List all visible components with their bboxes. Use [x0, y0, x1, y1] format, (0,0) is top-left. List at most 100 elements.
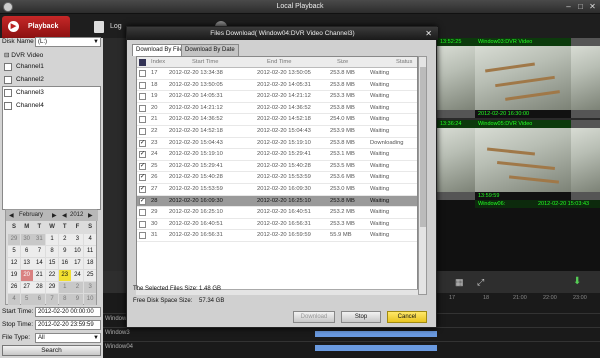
file-row[interactable]: 19 2012-02-20 14:05:31 2012-02-20 14:21:12… [137, 91, 417, 103]
next-month-icon[interactable]: ▶ [52, 212, 57, 219]
calendar-month[interactable]: February [19, 212, 43, 218]
file-row[interactable]: 29 2012-02-20 16:25:10 2012-02-20 16:40:51… [137, 207, 417, 219]
stop-button[interactable]: Stop [341, 311, 381, 323]
calendar-day[interactable]: 13 [20, 258, 33, 269]
file-row[interactable]: 17 2012-02-20 13:34:38 2012-02-20 13:50:05… [137, 68, 417, 80]
recording-segment[interactable] [315, 345, 437, 351]
col-start-time[interactable]: Start Time [192, 57, 218, 68]
calendar-day[interactable]: 12 [8, 258, 20, 269]
cancel-button[interactable]: Cancel [387, 311, 427, 323]
file-row-checkbox[interactable]: ✓ [139, 151, 146, 159]
col-index[interactable]: Index [151, 57, 165, 68]
file-row[interactable]: 20 2012-02-20 14:21:12 2012-02-20 14:36:52… [137, 103, 417, 115]
calendar-day[interactable]: 6 [33, 294, 46, 305]
video-tile-window06-right[interactable] [571, 120, 600, 200]
video-tile-window06[interactable]: Window06: 2012-02-20 15:03:43 [437, 200, 600, 271]
file-row-checkbox[interactable] [139, 93, 146, 101]
calendar-day[interactable]: 6 [20, 246, 33, 257]
file-row-checkbox[interactable] [139, 232, 146, 240]
col-status[interactable]: Status [396, 57, 412, 68]
file-row-checkbox[interactable] [139, 128, 146, 135]
calendar-day[interactable]: 21 [33, 270, 46, 281]
next-year-icon[interactable]: ▶ [88, 212, 93, 219]
calendar-year[interactable]: 2012 [70, 212, 83, 218]
tree-root-item[interactable]: ⊟ DVR Video [4, 51, 43, 62]
calendar-day[interactable]: 20 [20, 270, 33, 281]
file-row-checkbox[interactable]: ✓ [139, 186, 146, 193]
scrollbar-thumb[interactable] [420, 67, 426, 227]
video-tile-window05-left[interactable]: 13:36:24 [437, 120, 475, 200]
file-row[interactable]: ✓ 28 2012-02-20 16:09:30 2012-02-20 16:25:1… [137, 195, 417, 208]
prev-year-icon[interactable]: ◀ [62, 212, 67, 219]
calendar-day[interactable]: 5 [8, 246, 20, 257]
calendar-day[interactable]: 18 [84, 258, 97, 269]
dialog-close-icon[interactable]: ✕ [425, 27, 432, 40]
calendar-day[interactable]: 8 [46, 246, 59, 257]
calendar-day[interactable]: 2 [58, 234, 71, 245]
tab-download-by-date[interactable]: Download By Date [181, 44, 239, 56]
calendar-day[interactable]: 2 [71, 282, 84, 293]
file-row[interactable]: 22 2012-02-20 14:52:18 2012-02-20 15:04:43… [137, 126, 417, 138]
download-button[interactable]: Download [293, 311, 335, 323]
channel1-checkbox[interactable] [4, 63, 12, 71]
file-row-checkbox[interactable]: ✓ [139, 174, 146, 182]
file-row[interactable]: 18 2012-02-20 13:50:05 2012-02-20 14:05:31… [137, 80, 417, 92]
file-row[interactable]: 21 2012-02-20 14:36:52 2012-02-20 14:52:18… [137, 114, 417, 126]
video-tile-window02[interactable]: 13:52:25 [437, 38, 475, 118]
calendar-day[interactable]: 30 [20, 234, 33, 245]
calendar-day[interactable]: 7 [46, 294, 59, 305]
prev-month-icon[interactable]: ◀ [9, 212, 14, 219]
file-row-checkbox[interactable] [139, 104, 146, 112]
video-tile-window03[interactable]: Window03:DVR Video 2012-02-20 16:30:00 [475, 38, 571, 118]
calendar-day[interactable]: 4 [84, 234, 97, 245]
calendar-day[interactable]: 22 [46, 270, 59, 281]
channel4-checkbox[interactable] [4, 102, 12, 110]
fullscreen-icon[interactable]: ⤢ [477, 277, 484, 288]
calendar-day[interactable]: 27 [20, 282, 33, 293]
col-size[interactable]: Size [337, 57, 348, 68]
file-row[interactable]: 31 2012-02-20 16:56:31 2012-02-20 16:59:59… [137, 230, 417, 242]
calendar-day[interactable]: 14 [33, 258, 46, 269]
calendar-day[interactable]: 16 [58, 258, 71, 269]
calendar-day[interactable]: 23 [58, 270, 71, 281]
file-type-select[interactable]: All ▼ [35, 333, 101, 343]
file-row[interactable]: ✓ 27 2012-02-20 15:53:59 2012-02-20 16:09:3… [137, 184, 417, 196]
calendar-day[interactable]: 3 [71, 234, 84, 245]
search-button[interactable]: Search [2, 345, 101, 356]
calendar-day[interactable]: 15 [46, 258, 59, 269]
calendar-day[interactable]: 8 [58, 294, 71, 305]
file-row[interactable]: ✓ 26 2012-02-20 15:40:28 2012-02-20 15:53:5… [137, 172, 417, 184]
maximize-icon[interactable]: □ [575, 2, 586, 12]
file-row-checkbox[interactable] [139, 116, 146, 124]
calendar-day[interactable]: 17 [71, 258, 84, 269]
calendar-day[interactable]: 4 [8, 294, 20, 305]
calendar-day[interactable]: 26 [8, 282, 20, 293]
download-icon[interactable]: ⬇ [573, 276, 581, 287]
file-row-checkbox[interactable] [139, 220, 146, 228]
calendar-day[interactable]: 28 [33, 282, 46, 293]
stop-time-input[interactable]: 2012-02-20 23:59:59 [35, 320, 101, 330]
select-all-checkbox[interactable] [139, 59, 146, 66]
file-row-checkbox[interactable]: ✓ [139, 162, 146, 170]
calendar-day[interactable]: 31 [33, 234, 46, 245]
file-row-checkbox[interactable]: ✓ [139, 139, 146, 147]
minimize-icon[interactable]: – [563, 2, 574, 12]
file-row-checkbox[interactable] [139, 209, 146, 217]
calendar-day[interactable]: 5 [20, 294, 33, 305]
calendar-day[interactable]: 9 [71, 294, 84, 305]
calendar-day[interactable]: 29 [8, 234, 20, 245]
file-row-checkbox[interactable] [139, 70, 146, 77]
file-list-scrollbar[interactable] [418, 56, 427, 295]
recording-segment[interactable] [315, 331, 437, 337]
file-row[interactable]: 30 2012-02-20 16:40:51 2012-02-20 16:56:31… [137, 219, 417, 231]
video-tile-window05[interactable]: Window05:DVR Video 13:59:59 [475, 120, 571, 200]
calendar-day[interactable]: 1 [46, 234, 59, 245]
calendar-day[interactable]: 3 [84, 282, 97, 293]
grid-layout-icon[interactable]: ▦ [455, 277, 464, 288]
calendar-day[interactable]: 7 [33, 246, 46, 257]
start-time-input[interactable]: 2012-02-20 00:00:00 [35, 307, 101, 317]
file-row[interactable]: ✓ 24 2012-02-20 15:19:10 2012-02-20 15:29:4… [137, 149, 417, 161]
calendar-day[interactable]: 9 [58, 246, 71, 257]
tab-playback[interactable]: ▶ Playback [2, 16, 70, 38]
file-row-checkbox[interactable]: ✓ [139, 197, 146, 205]
